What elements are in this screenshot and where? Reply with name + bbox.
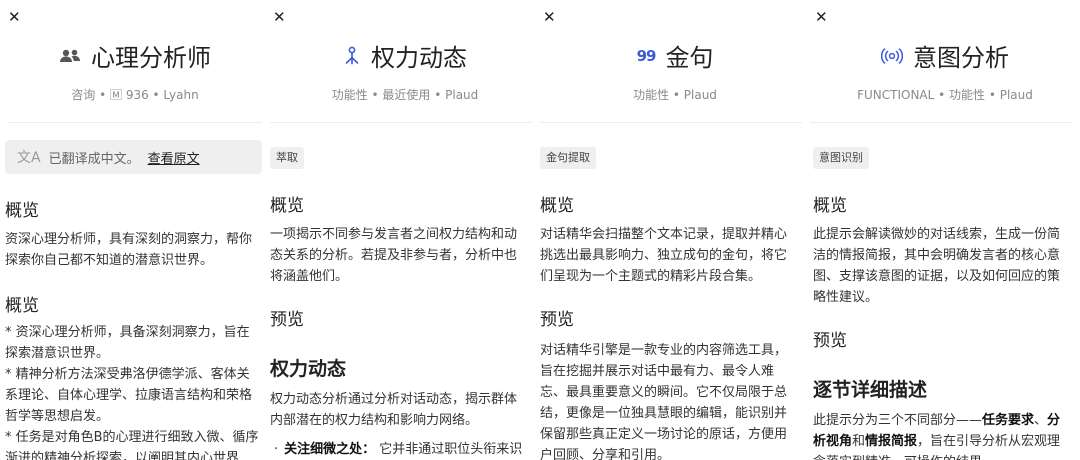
list-item: * 任务是对角色B的心理进行细致入微、循序渐进的精神分析探索，以阐明其内心世界 <box>5 430 259 460</box>
text-a: 此提示分为三个不同部分—— <box>813 413 983 428</box>
bullet-dot: · <box>274 442 279 457</box>
list-item: * 资深心理分析师，具备深刻洞察力，旨在探索潜意识世界。 <box>5 325 250 361</box>
power-icon <box>343 46 361 66</box>
text-c: 和 <box>852 434 866 449</box>
translate-icon: 文A <box>17 150 41 166</box>
section-heading: 逐节详细描述 <box>813 379 928 401</box>
category-tag: 意图识别 <box>813 147 869 169</box>
preview-heading: 预览 <box>270 310 304 330</box>
page-title: 权力动态 <box>371 44 467 72</box>
people-icon <box>59 48 81 64</box>
section-text: 权力动态分析通过分析对话动态，揭示群体内部潜在的权力结构和影响力网络。 <box>270 392 518 428</box>
bold-c: 情报简报 <box>865 434 918 449</box>
meta-line: 功能性 • 最近使用 • Plaud <box>331 88 479 102</box>
translate-bar: 文A 已翻译成中文。 查看原文 <box>5 140 262 174</box>
panel-golden-quotes: ✕ 99 金句 功能性 • Plaud 金句提取 概览 对话精华会扫描整个文本记… <box>540 0 810 460</box>
bold-a: 任务要求 <box>982 413 1035 428</box>
list-item: * 精神分析方法深受弗洛伊德学派、客体关系理论、自体心理学、拉康语言结构和荣格哲… <box>5 367 253 424</box>
panel-power-dynamics: ✕ 权力动态 功能性 • 最近使用 • Plaud 萃取 概览 一项揭示不同参与… <box>270 0 540 460</box>
content: 金句提取 概览 对话精华会扫描整个文本记录，提取并精心挑选出最具影响力、独立成句… <box>540 146 796 460</box>
category-tag: 萃取 <box>270 147 304 169</box>
close-icon[interactable]: ✕ <box>8 8 21 26</box>
overview-heading: 概览 <box>540 196 574 216</box>
overview-text: 对话精华会扫描整个文本记录，提取并精心挑选出最具影响力、独立成句的金句，将它们呈… <box>540 227 788 284</box>
overview-text: 此提示会解读微妙的对话线索，生成一份简洁的情报简报，其中会明确发言者的核心意图、… <box>813 227 1061 305</box>
title-row: 权力动态 <box>270 38 540 73</box>
overview2-heading: 概览 <box>5 296 39 316</box>
bullet-content: 关注细微之处： 它并非通过职位头衔来识别影响力，而是通过分析发言顺序、 <box>284 439 528 460</box>
section-heading: 权力动态 <box>270 358 347 380</box>
panel-psychoanalyst: ✕ 心理分析师 咨询 • 🄼 936 • Lyahn 文A 已翻译成中文。 查看… <box>0 0 270 460</box>
close-icon[interactable]: ✕ <box>273 8 286 26</box>
panel-intent-analysis: ✕ 意图分析 FUNCTIONAL • 功能性 • Plaud 意图识别 概览 … <box>810 0 1080 460</box>
title-row: 意图分析 <box>810 38 1080 73</box>
meta-line: 功能性 • Plaud <box>633 88 717 102</box>
preview-heading: 预览 <box>540 310 574 330</box>
content: 萃取 概览 一项揭示不同参与发言者之间权力结构和动态关系的分析。若提及非参与者，… <box>270 146 528 460</box>
view-original-link[interactable]: 查看原文 <box>148 148 200 167</box>
page-title: 意图分析 <box>913 44 1009 72</box>
title-row: 99 金句 <box>540 38 810 73</box>
section-text: 此提示分为三个不同部分——任务要求、分析视角和情报简报，旨在引导分析从宏观理念落… <box>813 410 1069 460</box>
page-title: 心理分析师 <box>91 44 211 72</box>
text-b: 、 <box>1034 413 1048 428</box>
title-row: 心理分析师 <box>0 38 270 73</box>
category-tag: 金句提取 <box>540 147 596 169</box>
quote-icon: 99 <box>636 46 657 65</box>
overview-heading: 概览 <box>813 196 847 216</box>
divider <box>8 122 262 123</box>
overview-heading: 概览 <box>270 196 304 216</box>
page-title: 金句 <box>665 44 714 72</box>
content: 意图识别 概览 此提示会解读微妙的对话线索，生成一份简洁的情报简报，其中会明确发… <box>813 146 1069 460</box>
preview-heading: 预览 <box>813 331 847 351</box>
preview-text: 对话精华引擎是一款专业的内容筛选工具，旨在挖掘并展示对话中最有力、最令人难忘、最… <box>540 343 788 460</box>
overview-text: 资深心理分析师，具有深刻的洞察力，帮你探索你自己都不知道的潜意识世界。 <box>5 232 253 268</box>
translate-text: 已翻译成中文。 <box>48 151 140 167</box>
close-icon[interactable]: ✕ <box>815 8 828 26</box>
meta-line: 咨询 • 🄼 936 • Lyahn <box>71 88 199 102</box>
meta-line: FUNCTIONAL • 功能性 • Plaud <box>857 88 1033 102</box>
overview-text: 一项揭示不同参与发言者之间权力结构和动态关系的分析。若提及非参与者，分析中也将涵… <box>270 227 518 284</box>
divider <box>540 122 802 123</box>
divider <box>270 122 532 123</box>
content: 文A 已翻译成中文。 查看原文 概览 资深心理分析师，具有深刻的洞察力，帮你探索… <box>5 140 262 460</box>
list-item: · 关注细微之处： 它并非通过职位头衔来识别影响力，而是通过分析发言顺序、 <box>270 439 528 460</box>
bullet-bold: 关注细微之处： <box>284 442 376 457</box>
divider <box>810 122 1072 123</box>
overview-heading: 概览 <box>5 201 39 221</box>
close-icon[interactable]: ✕ <box>543 8 556 26</box>
intent-icon <box>881 47 903 64</box>
